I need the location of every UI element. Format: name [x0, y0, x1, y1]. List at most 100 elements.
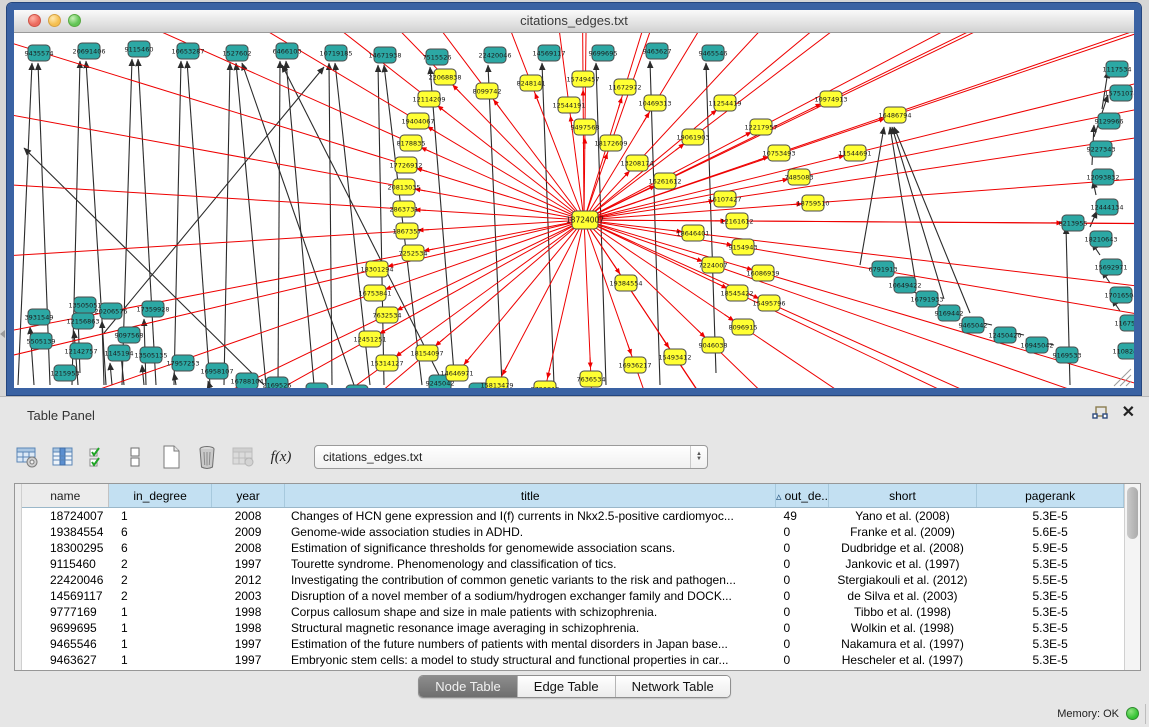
table-cell[interactable]: 2 — [109, 556, 211, 572]
table-cell[interactable]: Estimation of the future numbers of pati… — [285, 636, 776, 652]
table-cell[interactable]: 0 — [776, 556, 829, 572]
table-cell[interactable]: 5.3E-5 — [977, 652, 1124, 668]
table-cell[interactable]: Corpus callosum shape and size in male p… — [285, 604, 776, 620]
table-cell[interactable]: 14569117 — [22, 588, 109, 604]
table-cell[interactable]: 9777169 — [22, 604, 109, 620]
table-row[interactable]: 946362711997Embryonic stem cells: a mode… — [22, 652, 1124, 668]
table-cell[interactable]: Changes of HCN gene expression and I(f) … — [285, 508, 776, 525]
table-cell[interactable]: Hescheler et al. (1997) — [828, 652, 977, 668]
table-cell[interactable]: 0 — [776, 604, 829, 620]
table-vertical-scrollbar[interactable] — [1124, 484, 1140, 670]
column-header-out-degree[interactable]: ▵out_de... — [776, 484, 829, 508]
table-cell[interactable]: Structural magnetic resonance image aver… — [285, 620, 776, 636]
table-cell[interactable]: Yano et al. (2008) — [828, 508, 977, 525]
table-cell[interactable]: 6 — [109, 524, 211, 540]
table-cell[interactable]: Disruption of a novel member of a sodium… — [285, 588, 776, 604]
network-window-titlebar[interactable]: citations_edges.txt — [14, 10, 1134, 33]
table-cell[interactable]: 5.6E-5 — [977, 524, 1124, 540]
tab-node-table[interactable]: Node Table — [419, 676, 518, 697]
table-cell[interactable]: 1 — [109, 508, 211, 525]
table-cell[interactable]: Investigating the contribution of common… — [285, 572, 776, 588]
table-cell[interactable]: 2008 — [211, 540, 285, 556]
table-cell[interactable]: 1 — [109, 636, 211, 652]
table-cell[interactable]: 1997 — [211, 652, 285, 668]
table-cell[interactable]: Franke et al. (2009) — [828, 524, 977, 540]
show-columns-checklist-button[interactable] — [86, 444, 112, 470]
table-cell[interactable]: Nakamura et al. (1997) — [828, 636, 977, 652]
table-cell[interactable]: 9699695 — [22, 620, 109, 636]
delete-columns-button[interactable] — [194, 444, 220, 470]
tab-network-table[interactable]: Network Table — [616, 676, 730, 697]
delete-table-button[interactable] — [230, 444, 256, 470]
table-cell[interactable]: 18300295 — [22, 540, 109, 556]
table-cell[interactable]: Wolkin et al. (1998) — [828, 620, 977, 636]
table-cell[interactable]: 5.3E-5 — [977, 604, 1124, 620]
table-row[interactable]: 946554611997Estimation of the future num… — [22, 636, 1124, 652]
table-cell[interactable]: 5.9E-5 — [977, 540, 1124, 556]
table-cell[interactable]: 2003 — [211, 588, 285, 604]
table-cell[interactable]: 1997 — [211, 636, 285, 652]
table-row[interactable]: 1872400712008Changes of HCN gene express… — [22, 508, 1124, 525]
table-cell[interactable]: 2008 — [211, 508, 285, 525]
create-new-column-button[interactable] — [158, 444, 184, 470]
column-header-short[interactable]: short — [828, 484, 977, 508]
table-cell[interactable]: 1 — [109, 604, 211, 620]
table-cell[interactable]: 0 — [776, 652, 829, 668]
table-cell[interactable]: 0 — [776, 540, 829, 556]
table-cell[interactable]: 1 — [109, 652, 211, 668]
scrollbar-thumb[interactable] — [1127, 487, 1138, 539]
row-options-button[interactable] — [122, 444, 148, 470]
table-cell[interactable]: 19384554 — [22, 524, 109, 540]
column-header-name[interactable]: name — [22, 484, 109, 508]
table-cell[interactable]: 22420046 — [22, 572, 109, 588]
node-table-grid[interactable]: name in_degree year title ▵out_de... sho… — [22, 484, 1124, 668]
table-settings-button[interactable] — [14, 444, 40, 470]
table-cell[interactable]: Jankovic et al. (1997) — [828, 556, 977, 572]
table-cell[interactable]: Tourette syndrome. Phenomenology and cla… — [285, 556, 776, 572]
table-row[interactable]: 911546021997Tourette syndrome. Phenomeno… — [22, 556, 1124, 572]
table-cell[interactable]: Estimation of significance thresholds fo… — [285, 540, 776, 556]
table-cell[interactable]: 9465546 — [22, 636, 109, 652]
table-cell[interactable]: 2 — [109, 588, 211, 604]
table-cell[interactable]: 9115460 — [22, 556, 109, 572]
table-cell[interactable]: 1997 — [211, 556, 285, 572]
column-header-year[interactable]: year — [211, 484, 285, 508]
column-header-pagerank[interactable]: pagerank — [977, 484, 1124, 508]
table-cell[interactable]: 5.3E-5 — [977, 588, 1124, 604]
table-cell[interactable]: 5.3E-5 — [977, 508, 1124, 525]
table-cell[interactable]: 1 — [109, 620, 211, 636]
table-cell[interactable]: 2009 — [211, 524, 285, 540]
table-row[interactable]: 977716911998Corpus callosum shape and si… — [22, 604, 1124, 620]
table-cell[interactable]: Dudbridge et al. (2008) — [828, 540, 977, 556]
table-cell[interactable]: de Silva et al. (2003) — [828, 588, 977, 604]
memory-ok-indicator[interactable] — [1126, 707, 1139, 720]
float-window-icon[interactable] — [1092, 406, 1108, 421]
table-cell[interactable]: 0 — [776, 636, 829, 652]
table-cell[interactable]: 1998 — [211, 604, 285, 620]
table-cell[interactable]: 5.3E-5 — [977, 556, 1124, 572]
table-row[interactable]: 1938455462009Genome-wide association stu… — [22, 524, 1124, 540]
table-cell[interactable]: 5.3E-5 — [977, 636, 1124, 652]
table-cell[interactable]: 0 — [776, 620, 829, 636]
panel-collapse-arrow-icon[interactable] — [0, 330, 5, 338]
table-selector-dropdown[interactable]: citations_edges.txt ▲▼ — [314, 445, 708, 469]
table-cell[interactable]: 9463627 — [22, 652, 109, 668]
table-cell[interactable]: 6 — [109, 540, 211, 556]
network-canvas-area[interactable]: 9435574206914069115460106532871527602646… — [14, 33, 1134, 388]
table-cell[interactable]: 2 — [109, 572, 211, 588]
table-row[interactable]: 1830029562008Estimation of significance … — [22, 540, 1124, 556]
close-panel-icon[interactable]: ✕ — [1122, 405, 1135, 421]
table-cell[interactable]: 0 — [776, 588, 829, 604]
table-cell[interactable]: 49 — [776, 508, 829, 525]
table-cell[interactable]: 2012 — [211, 572, 285, 588]
select-columns-button[interactable] — [50, 444, 76, 470]
table-cell[interactable]: Embryonic stem cells: a model to study s… — [285, 652, 776, 668]
table-cell[interactable]: 18724007 — [22, 508, 109, 525]
table-row[interactable]: 1456911722003Disruption of a novel membe… — [22, 588, 1124, 604]
table-cell[interactable]: 5.5E-5 — [977, 572, 1124, 588]
column-header-title[interactable]: title — [285, 484, 776, 508]
table-row[interactable]: 2242004622012Investigating the contribut… — [22, 572, 1124, 588]
table-cell[interactable]: 5.3E-5 — [977, 620, 1124, 636]
table-cell[interactable]: 0 — [776, 572, 829, 588]
table-cell[interactable]: Genome-wide association studies in ADHD. — [285, 524, 776, 540]
